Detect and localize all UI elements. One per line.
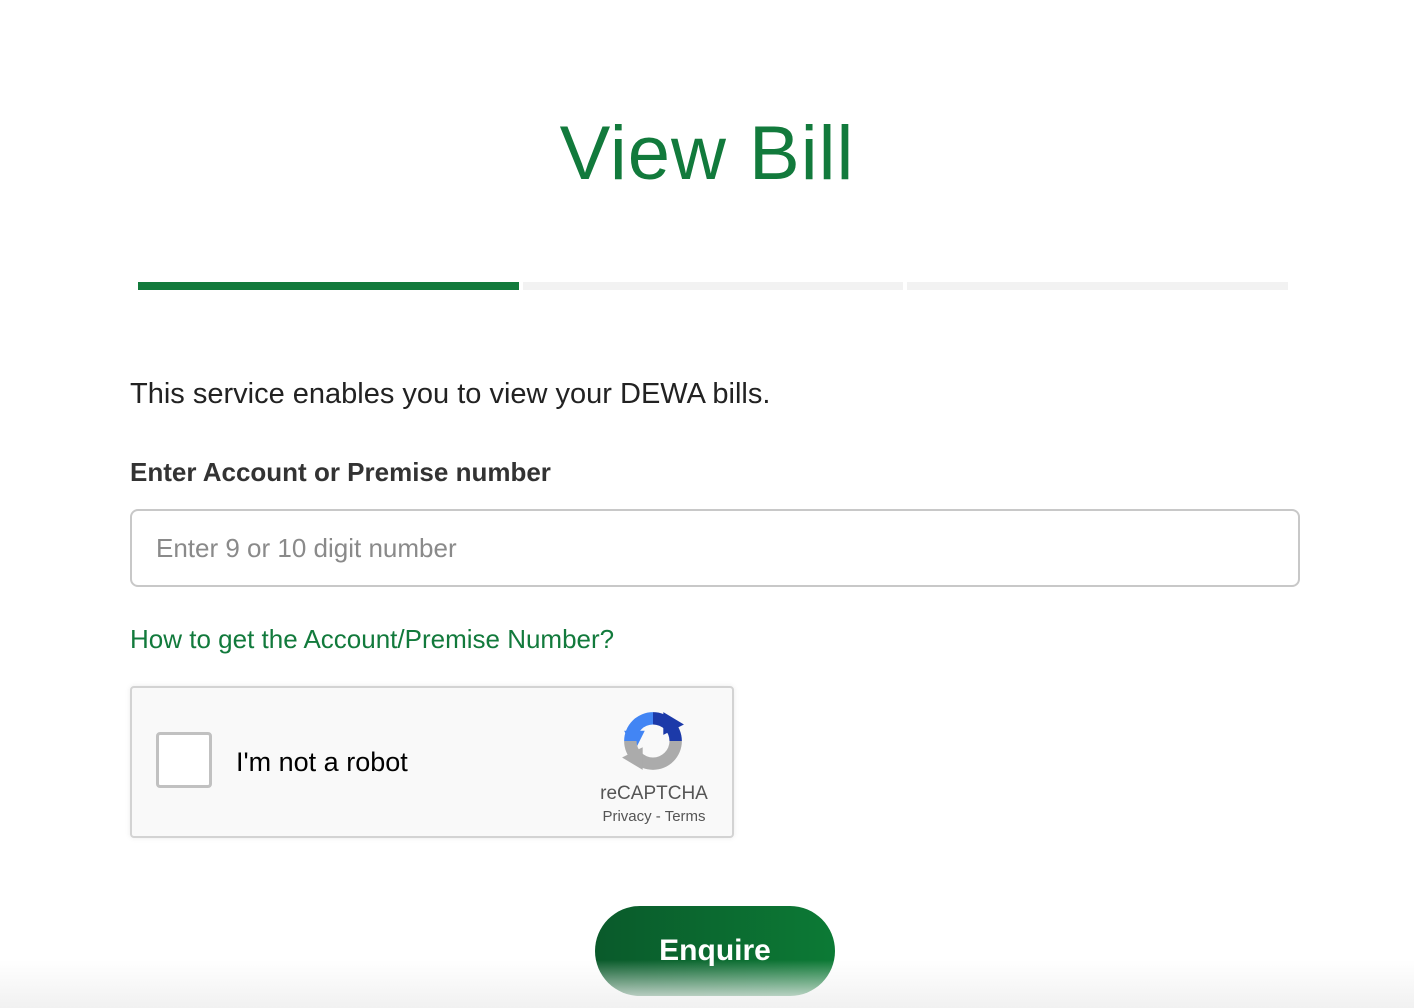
recaptcha-brand: reCAPTCHA bbox=[600, 783, 708, 804]
account-number-help-link[interactable]: How to get the Account/Premise Number? bbox=[130, 620, 614, 658]
account-field-label: Enter Account or Premise number bbox=[130, 457, 551, 487]
account-number-input[interactable] bbox=[130, 509, 1300, 587]
enquire-button[interactable]: Enquire bbox=[595, 906, 835, 996]
recaptcha-logo-icon bbox=[622, 712, 684, 770]
page-title: View Bill bbox=[559, 110, 855, 196]
step-1-indicator bbox=[138, 282, 519, 290]
recaptcha-checkbox[interactable] bbox=[156, 732, 212, 788]
progress-stepper bbox=[138, 282, 1288, 290]
recaptcha-widget: I'm not a robot reCAPTCHA Privacy - Term… bbox=[130, 686, 734, 838]
step-2-indicator bbox=[523, 282, 903, 290]
recaptcha-link-separator: - bbox=[655, 808, 661, 825]
recaptcha-links: Privacy - Terms bbox=[556, 807, 752, 827]
service-description: This service enables you to view your DE… bbox=[130, 378, 771, 410]
step-3-indicator bbox=[907, 282, 1288, 290]
recaptcha-terms-link[interactable]: Terms bbox=[665, 808, 706, 825]
recaptcha-privacy-link[interactable]: Privacy bbox=[602, 808, 651, 825]
recaptcha-label: I'm not a robot bbox=[236, 747, 408, 777]
